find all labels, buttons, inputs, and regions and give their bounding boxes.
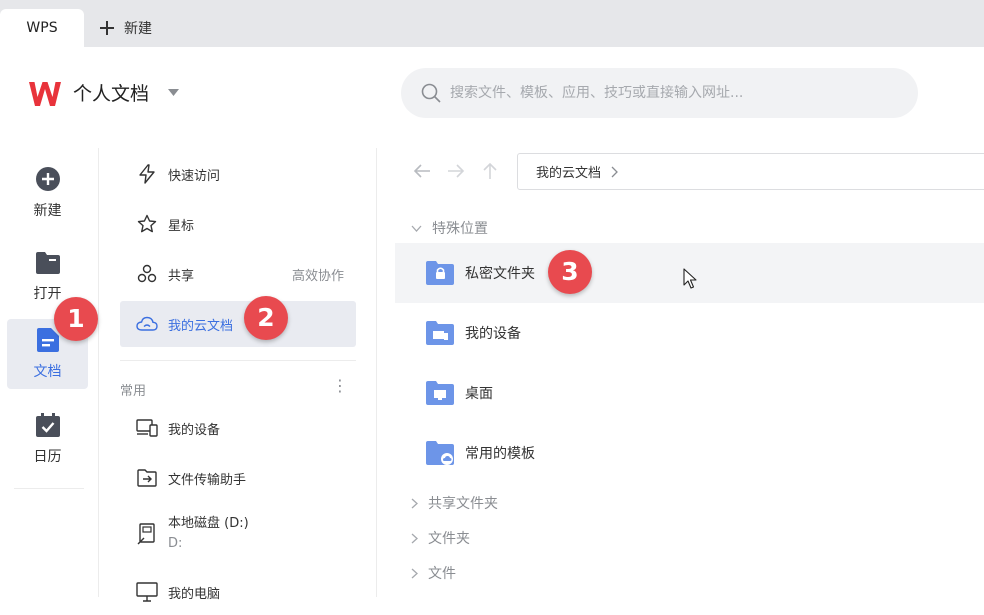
shared-extra-label[interactable]: 高效协作: [292, 265, 344, 284]
nav-item-label: 共享: [168, 268, 195, 284]
nav-panel: 快速访问 星标 共享 高效协作 我的云文档 常用 ⋮ 我的设备 文件传输助手 本…: [100, 148, 377, 602]
rail-item-label: 文档: [33, 364, 62, 380]
chevron-down-icon: [411, 225, 422, 232]
nav-item-quick-access[interactable]: 快速访问: [120, 151, 356, 197]
nav-item-my-devices[interactable]: 我的设备: [120, 405, 356, 451]
search-icon: [421, 83, 441, 103]
desktop-folder-icon: [426, 381, 454, 405]
group-files-header[interactable]: 文件: [411, 563, 456, 583]
nav-item-my-cloud[interactable]: 我的云文档: [120, 301, 356, 347]
group-shared-header[interactable]: 共享文件夹: [411, 493, 498, 513]
group-label: 文件夹: [428, 531, 470, 547]
nav-item-my-computer[interactable]: 我的电脑: [120, 569, 356, 615]
breadcrumb[interactable]: 我的云文档: [517, 153, 984, 190]
nav-item-label: 我的设备: [168, 422, 221, 438]
group-label: 共享文件夹: [428, 496, 498, 512]
rail-item-label: 日历: [33, 449, 62, 465]
chevron-right-icon: [611, 166, 618, 177]
arrow-left-icon: [413, 164, 430, 178]
workspace-title[interactable]: 个人文档: [73, 79, 149, 106]
disk-icon: [137, 523, 155, 545]
folder-my-devices[interactable]: 我的设备: [395, 303, 984, 363]
step-badge-1: 1: [54, 297, 98, 341]
nav-item-label: 本地磁盘 (D:): [168, 516, 249, 531]
tab-wps[interactable]: WPS: [0, 9, 84, 47]
section-common-label: 常用: [120, 384, 147, 399]
nav-item-label: 我的云文档: [168, 318, 234, 334]
group-special-header[interactable]: 特殊位置: [411, 218, 488, 238]
rail-item-label: 新建: [33, 203, 62, 219]
share-nodes-icon: [137, 264, 157, 283]
disk-path-label: D:: [168, 536, 183, 551]
nav-item-starred[interactable]: 星标: [120, 201, 356, 247]
group-folders-header[interactable]: 文件夹: [411, 528, 470, 548]
group-label: 特殊位置: [432, 221, 488, 237]
document-icon: [36, 328, 59, 352]
device-icon: [136, 419, 158, 437]
arrow-right-icon: [448, 164, 465, 178]
tab-bar: WPS 新建: [0, 0, 984, 47]
device-folder-icon: [426, 321, 454, 345]
forward-button[interactable]: [445, 160, 467, 182]
folder-open-icon: [35, 252, 60, 274]
caret-down-icon[interactable]: [168, 89, 179, 96]
chevron-right-icon: [411, 568, 418, 578]
step-badge-3: 3: [548, 250, 592, 294]
chevron-right-icon: [411, 533, 418, 543]
nav-item-label: 快速访问: [168, 168, 221, 184]
new-tab-button[interactable]: 新建: [100, 12, 152, 44]
lightning-icon: [139, 164, 155, 184]
nav-item-local-disk[interactable]: 本地磁盘 (D:) D:: [120, 508, 356, 560]
plus-icon: [100, 21, 114, 35]
up-button[interactable]: [479, 160, 501, 182]
search-input[interactable]: [450, 85, 890, 101]
star-icon: [137, 214, 157, 233]
breadcrumb-item[interactable]: 我的云文档: [536, 162, 601, 181]
calendar-icon: [35, 413, 60, 437]
plus-circle-icon: [35, 167, 60, 191]
cloud-icon: [136, 316, 158, 331]
rail-divider: [14, 488, 84, 489]
mouse-cursor-icon: [683, 268, 697, 289]
nav-item-shared[interactable]: 共享 高效协作: [120, 251, 356, 297]
nav-item-label: 文件传输助手: [168, 472, 247, 488]
nav-item-label: 我的电脑: [168, 586, 221, 602]
rail-item-label: 打开: [33, 286, 62, 302]
group-label: 文件: [428, 566, 456, 582]
rail-item-calendar[interactable]: 日历: [7, 404, 88, 474]
rail-item-new[interactable]: 新建: [7, 158, 88, 228]
folder-templates[interactable]: 常用的模板: [395, 423, 984, 483]
left-rail: 新建 打开 文档 日历: [0, 148, 99, 597]
folder-name: 私密文件夹: [465, 266, 535, 282]
search-bar[interactable]: [401, 68, 918, 118]
chevron-right-icon: [411, 498, 418, 508]
more-options-icon[interactable]: ⋮: [332, 376, 348, 395]
main-panel: 我的云文档 特殊位置 私密文件夹 我的设备 桌面 常用的模板 共享文件夹 文件夹…: [377, 148, 984, 597]
file-transfer-icon: [137, 469, 157, 487]
new-tab-label: 新建: [124, 21, 152, 37]
lock-folder-icon: [426, 261, 454, 285]
folder-name: 我的设备: [465, 326, 521, 342]
folder-name: 桌面: [465, 386, 493, 402]
folder-desktop[interactable]: 桌面: [395, 363, 984, 423]
cloud-folder-icon: [426, 441, 454, 465]
computer-icon: [136, 582, 158, 602]
folder-name: 常用的模板: [465, 446, 535, 462]
step-badge-2: 2: [244, 296, 288, 340]
wps-logo-icon: [29, 82, 61, 106]
nav-separator: [120, 360, 356, 361]
nav-item-file-transfer[interactable]: 文件传输助手: [120, 455, 356, 501]
back-button[interactable]: [411, 160, 433, 182]
arrow-up-icon: [483, 162, 497, 179]
nav-item-label: 星标: [168, 218, 195, 234]
